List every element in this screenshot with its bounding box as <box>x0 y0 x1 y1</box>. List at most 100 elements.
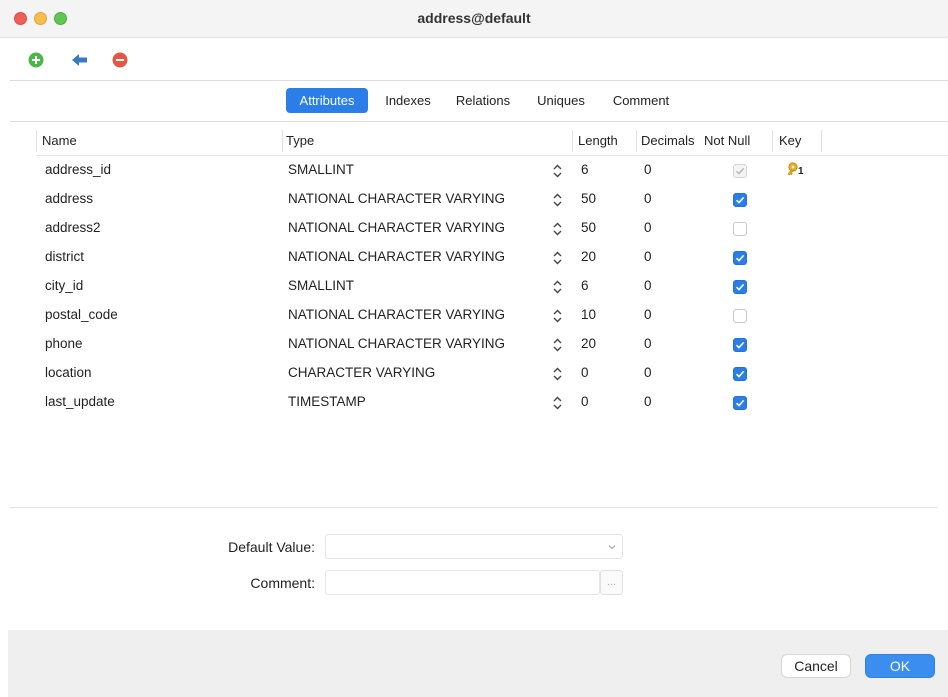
comment-label: Comment: <box>250 575 315 591</box>
attribute-decimals[interactable]: 0 <box>644 189 652 209</box>
column-divider[interactable] <box>772 130 773 152</box>
type-stepper-icon[interactable] <box>553 193 562 207</box>
move-attribute-button[interactable] <box>71 52 87 68</box>
attribute-decimals[interactable]: 0 <box>644 276 652 296</box>
type-stepper-icon[interactable] <box>553 251 562 265</box>
not-null-checkbox[interactable] <box>733 367 747 381</box>
attribute-type[interactable]: NATIONAL CHARACTER VARYING <box>288 334 505 354</box>
not-null-checkbox[interactable] <box>733 193 747 207</box>
column-header-decimals[interactable]: Decimals <box>641 128 694 154</box>
table-row[interactable]: last_update TIMESTAMP 0 0 <box>0 387 948 416</box>
tab-uniques[interactable]: Uniques <box>526 88 596 113</box>
comment-ellipsis-button[interactable]: ... <box>600 570 623 595</box>
attribute-length[interactable]: 0 <box>581 363 589 383</box>
table-editor-window: address@default Attributes Indexes Relat… <box>0 0 948 697</box>
ok-button[interactable]: OK <box>865 654 935 678</box>
column-header-length[interactable]: Length <box>578 128 618 154</box>
column-divider[interactable] <box>282 130 283 152</box>
type-stepper-icon[interactable] <box>553 309 562 323</box>
table-row[interactable]: address NATIONAL CHARACTER VARYING 50 0 <box>0 184 948 213</box>
attribute-name[interactable]: district <box>45 247 84 267</box>
attribute-length[interactable]: 6 <box>581 160 589 180</box>
window-title: address@default <box>417 10 531 26</box>
column-divider[interactable] <box>36 130 37 152</box>
remove-attribute-button[interactable] <box>112 52 128 68</box>
tab-comment[interactable]: Comment <box>603 88 679 113</box>
type-stepper-icon[interactable] <box>553 367 562 381</box>
attribute-length[interactable]: 20 <box>581 334 596 354</box>
attribute-type[interactable]: NATIONAL CHARACTER VARYING <box>288 305 505 325</box>
not-null-checkbox[interactable] <box>733 164 747 178</box>
chevron-down-icon[interactable] <box>606 541 618 553</box>
cancel-button[interactable]: Cancel <box>781 654 851 678</box>
attribute-decimals[interactable]: 0 <box>644 334 652 354</box>
minus-circle-icon <box>112 52 128 68</box>
attribute-decimals[interactable]: 0 <box>644 160 652 180</box>
column-divider[interactable] <box>821 130 822 152</box>
table-row[interactable]: location CHARACTER VARYING 0 0 <box>0 358 948 387</box>
attribute-decimals[interactable]: 0 <box>644 247 652 267</box>
grid-header: Name Type Length Decimals Not Null Key <box>0 128 948 156</box>
plus-circle-icon <box>28 52 44 68</box>
column-header-key[interactable]: Key <box>779 128 801 154</box>
attribute-name[interactable]: last_update <box>45 392 115 412</box>
attribute-type[interactable]: SMALLINT <box>288 160 354 180</box>
attribute-name[interactable]: address <box>45 189 93 209</box>
comment-input[interactable] <box>325 570 600 595</box>
add-attribute-button[interactable] <box>28 52 44 68</box>
column-divider[interactable] <box>636 130 637 152</box>
type-stepper-icon[interactable] <box>553 222 562 236</box>
title-bar: address@default <box>0 0 948 38</box>
attribute-decimals[interactable]: 0 <box>644 363 652 383</box>
attribute-name[interactable]: phone <box>45 334 83 354</box>
attribute-length[interactable]: 10 <box>581 305 596 325</box>
table-row[interactable]: city_id SMALLINT 6 0 <box>0 271 948 300</box>
attribute-decimals[interactable]: 0 <box>644 392 652 412</box>
attribute-length[interactable]: 6 <box>581 276 589 296</box>
attribute-name[interactable]: location <box>45 363 92 383</box>
tab-attributes[interactable]: Attributes <box>286 88 368 113</box>
table-row[interactable]: address2 NATIONAL CHARACTER VARYING 50 0 <box>0 213 948 242</box>
default-value-select[interactable] <box>325 534 623 559</box>
attribute-type[interactable]: NATIONAL CHARACTER VARYING <box>288 189 505 209</box>
table-row[interactable]: phone NATIONAL CHARACTER VARYING 20 0 <box>0 329 948 358</box>
not-null-checkbox[interactable] <box>733 338 747 352</box>
column-header-name[interactable]: Name <box>42 128 77 154</box>
type-stepper-icon[interactable] <box>553 280 562 294</box>
default-value-label: Default Value: <box>228 539 315 555</box>
type-stepper-icon[interactable] <box>553 396 562 410</box>
attribute-length[interactable]: 0 <box>581 392 589 412</box>
toolbar <box>0 38 948 80</box>
attribute-length[interactable]: 50 <box>581 189 596 209</box>
column-header-not-null[interactable]: Not Null <box>704 128 750 154</box>
attribute-length[interactable]: 50 <box>581 218 596 238</box>
table-row[interactable]: district NATIONAL CHARACTER VARYING 20 0 <box>0 242 948 271</box>
attribute-decimals[interactable]: 0 <box>644 305 652 325</box>
attribute-name[interactable]: city_id <box>45 276 83 296</box>
table-row[interactable]: postal_code NATIONAL CHARACTER VARYING 1… <box>0 300 948 329</box>
attribute-name[interactable]: address2 <box>45 218 101 238</box>
primary-key-icon: 1 <box>786 161 808 181</box>
tab-indexes[interactable]: Indexes <box>376 88 440 113</box>
not-null-checkbox[interactable] <box>733 396 747 410</box>
not-null-checkbox[interactable] <box>733 309 747 323</box>
not-null-checkbox[interactable] <box>733 222 747 236</box>
tab-relations[interactable]: Relations <box>447 88 519 113</box>
tabs-divider <box>10 121 948 122</box>
type-stepper-icon[interactable] <box>553 338 562 352</box>
attribute-type[interactable]: NATIONAL CHARACTER VARYING <box>288 218 505 238</box>
not-null-checkbox[interactable] <box>733 280 747 294</box>
attribute-name[interactable]: postal_code <box>45 305 118 325</box>
attribute-name[interactable]: address_id <box>45 160 111 180</box>
attribute-type[interactable]: NATIONAL CHARACTER VARYING <box>288 247 505 267</box>
attribute-length[interactable]: 20 <box>581 247 596 267</box>
attribute-type[interactable]: SMALLINT <box>288 276 354 296</box>
attribute-decimals[interactable]: 0 <box>644 218 652 238</box>
table-row[interactable]: address_id SMALLINT 6 0 1 <box>0 155 948 184</box>
attribute-type[interactable]: CHARACTER VARYING <box>288 363 435 383</box>
column-header-type[interactable]: Type <box>286 128 314 154</box>
not-null-checkbox[interactable] <box>733 251 747 265</box>
column-divider[interactable] <box>572 130 573 152</box>
type-stepper-icon[interactable] <box>553 164 562 178</box>
attribute-type[interactable]: TIMESTAMP <box>288 392 366 412</box>
